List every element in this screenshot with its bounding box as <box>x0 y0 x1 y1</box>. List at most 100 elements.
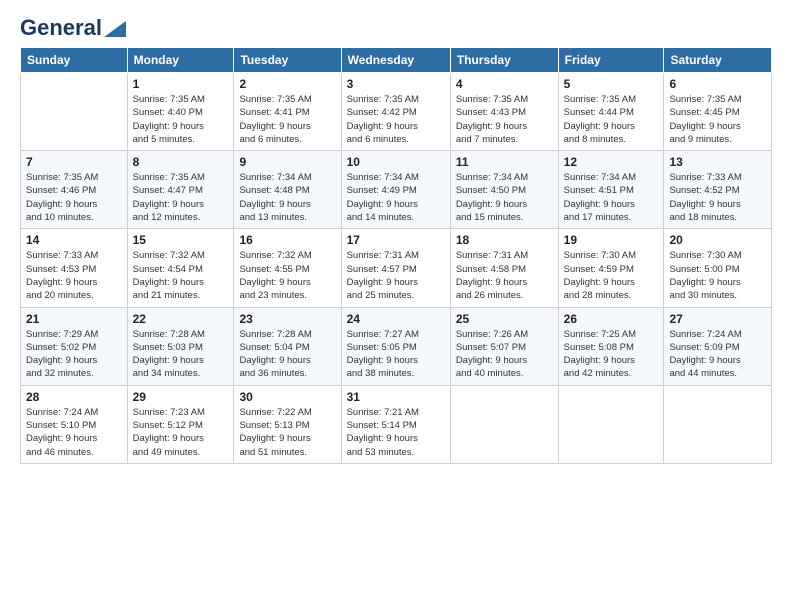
calendar-cell: 15 Sunrise: 7:32 AMSunset: 4:54 PMDayligh… <box>127 229 234 307</box>
day-number: 5 <box>564 77 659 91</box>
day-number: 26 <box>564 312 659 326</box>
cell-info: Sunrise: 7:31 AMSunset: 4:58 PMDaylight:… <box>456 249 553 302</box>
calendar-cell: 25 Sunrise: 7:26 AMSunset: 5:07 PMDayligh… <box>450 307 558 385</box>
weekday-header-friday: Friday <box>558 48 664 73</box>
cell-info: Sunrise: 7:35 AMSunset: 4:41 PMDaylight:… <box>239 93 335 146</box>
day-number: 30 <box>239 390 335 404</box>
day-number: 14 <box>26 233 122 247</box>
day-number: 18 <box>456 233 553 247</box>
calendar-cell: 7 Sunrise: 7:35 AMSunset: 4:46 PMDaylight… <box>21 151 128 229</box>
calendar-cell: 5 Sunrise: 7:35 AMSunset: 4:44 PMDaylight… <box>558 73 664 151</box>
cell-info: Sunrise: 7:35 AMSunset: 4:46 PMDaylight:… <box>26 171 122 224</box>
day-number: 23 <box>239 312 335 326</box>
calendar-cell <box>664 385 772 463</box>
cell-info: Sunrise: 7:32 AMSunset: 4:54 PMDaylight:… <box>133 249 229 302</box>
weekday-header-sunday: Sunday <box>21 48 128 73</box>
day-number: 8 <box>133 155 229 169</box>
calendar-cell: 27 Sunrise: 7:24 AMSunset: 5:09 PMDayligh… <box>664 307 772 385</box>
calendar-cell: 22 Sunrise: 7:28 AMSunset: 5:03 PMDayligh… <box>127 307 234 385</box>
calendar-cell: 8 Sunrise: 7:35 AMSunset: 4:47 PMDaylight… <box>127 151 234 229</box>
cell-info: Sunrise: 7:34 AMSunset: 4:51 PMDaylight:… <box>564 171 659 224</box>
day-number: 25 <box>456 312 553 326</box>
calendar-cell: 19Sunrise: 7:30 AMSunset: 4:59 PMDayligh… <box>558 229 664 307</box>
week-row-2: 7 Sunrise: 7:35 AMSunset: 4:46 PMDaylight… <box>21 151 772 229</box>
logo: General <box>20 15 126 37</box>
calendar-cell: 10Sunrise: 7:34 AMSunset: 4:49 PMDayligh… <box>341 151 450 229</box>
cell-info: Sunrise: 7:34 AMSunset: 4:50 PMDaylight:… <box>456 171 553 224</box>
cell-info: Sunrise: 7:33 AMSunset: 4:52 PMDaylight:… <box>669 171 766 224</box>
cell-info: Sunrise: 7:32 AMSunset: 4:55 PMDaylight:… <box>239 249 335 302</box>
calendar-cell: 30 Sunrise: 7:22 AMSunset: 5:13 PMDayligh… <box>234 385 341 463</box>
day-number: 15 <box>133 233 229 247</box>
day-number: 12 <box>564 155 659 169</box>
calendar-cell: 16 Sunrise: 7:32 AMSunset: 4:55 PMDayligh… <box>234 229 341 307</box>
calendar-cell: 24Sunrise: 7:27 AMSunset: 5:05 PMDayligh… <box>341 307 450 385</box>
cell-info: Sunrise: 7:35 AMSunset: 4:47 PMDaylight:… <box>133 171 229 224</box>
cell-info: Sunrise: 7:35 AMSunset: 4:44 PMDaylight:… <box>564 93 659 146</box>
week-row-4: 21Sunrise: 7:29 AMSunset: 5:02 PMDayligh… <box>21 307 772 385</box>
calendar-cell: 28Sunrise: 7:24 AMSunset: 5:10 PMDayligh… <box>21 385 128 463</box>
day-number: 27 <box>669 312 766 326</box>
calendar-cell: 21Sunrise: 7:29 AMSunset: 5:02 PMDayligh… <box>21 307 128 385</box>
day-number: 9 <box>239 155 335 169</box>
day-number: 29 <box>133 390 229 404</box>
cell-info: Sunrise: 7:35 AMSunset: 4:40 PMDaylight:… <box>133 93 229 146</box>
calendar-cell <box>21 73 128 151</box>
cell-info: Sunrise: 7:23 AMSunset: 5:12 PMDaylight:… <box>133 406 229 459</box>
day-number: 4 <box>456 77 553 91</box>
day-number: 11 <box>456 155 553 169</box>
calendar-cell: 31Sunrise: 7:21 AMSunset: 5:14 PMDayligh… <box>341 385 450 463</box>
cell-info: Sunrise: 7:35 AMSunset: 4:45 PMDaylight:… <box>669 93 766 146</box>
weekday-header-wednesday: Wednesday <box>341 48 450 73</box>
calendar-cell: 11 Sunrise: 7:34 AMSunset: 4:50 PMDayligh… <box>450 151 558 229</box>
week-row-3: 14 Sunrise: 7:33 AMSunset: 4:53 PMDayligh… <box>21 229 772 307</box>
day-number: 24 <box>347 312 445 326</box>
cell-info: Sunrise: 7:31 AMSunset: 4:57 PMDaylight:… <box>347 249 445 302</box>
day-number: 22 <box>133 312 229 326</box>
week-row-5: 28Sunrise: 7:24 AMSunset: 5:10 PMDayligh… <box>21 385 772 463</box>
cell-info: Sunrise: 7:24 AMSunset: 5:10 PMDaylight:… <box>26 406 122 459</box>
calendar-cell: 17 Sunrise: 7:31 AMSunset: 4:57 PMDayligh… <box>341 229 450 307</box>
calendar-cell: 18 Sunrise: 7:31 AMSunset: 4:58 PMDayligh… <box>450 229 558 307</box>
day-number: 6 <box>669 77 766 91</box>
day-number: 3 <box>347 77 445 91</box>
calendar-cell: 3Sunrise: 7:35 AMSunset: 4:42 PMDaylight… <box>341 73 450 151</box>
calendar-cell: 26 Sunrise: 7:25 AMSunset: 5:08 PMDayligh… <box>558 307 664 385</box>
day-number: 1 <box>133 77 229 91</box>
cell-info: Sunrise: 7:34 AMSunset: 4:48 PMDaylight:… <box>239 171 335 224</box>
calendar-cell: 23 Sunrise: 7:28 AMSunset: 5:04 PMDayligh… <box>234 307 341 385</box>
day-number: 17 <box>347 233 445 247</box>
calendar-cell: 9 Sunrise: 7:34 AMSunset: 4:48 PMDaylight… <box>234 151 341 229</box>
day-number: 7 <box>26 155 122 169</box>
calendar-cell: 13 Sunrise: 7:33 AMSunset: 4:52 PMDayligh… <box>664 151 772 229</box>
week-row-1: 1 Sunrise: 7:35 AMSunset: 4:40 PMDaylight… <box>21 73 772 151</box>
logo-icon <box>104 21 126 37</box>
weekday-header-saturday: Saturday <box>664 48 772 73</box>
header: General <box>20 15 772 37</box>
day-number: 16 <box>239 233 335 247</box>
day-number: 10 <box>347 155 445 169</box>
calendar-cell: 29 Sunrise: 7:23 AMSunset: 5:12 PMDayligh… <box>127 385 234 463</box>
calendar-cell: 20Sunrise: 7:30 AMSunset: 5:00 PMDayligh… <box>664 229 772 307</box>
calendar-cell: 12 Sunrise: 7:34 AMSunset: 4:51 PMDayligh… <box>558 151 664 229</box>
cell-info: Sunrise: 7:25 AMSunset: 5:08 PMDaylight:… <box>564 328 659 381</box>
page: General SundayMondayTuesdayWednesdayThur… <box>0 0 792 612</box>
cell-info: Sunrise: 7:26 AMSunset: 5:07 PMDaylight:… <box>456 328 553 381</box>
cell-info: Sunrise: 7:22 AMSunset: 5:13 PMDaylight:… <box>239 406 335 459</box>
day-number: 31 <box>347 390 445 404</box>
calendar-cell: 1 Sunrise: 7:35 AMSunset: 4:40 PMDaylight… <box>127 73 234 151</box>
cell-info: Sunrise: 7:30 AMSunset: 5:00 PMDaylight:… <box>669 249 766 302</box>
cell-info: Sunrise: 7:33 AMSunset: 4:53 PMDaylight:… <box>26 249 122 302</box>
day-number: 21 <box>26 312 122 326</box>
day-number: 2 <box>239 77 335 91</box>
cell-info: Sunrise: 7:28 AMSunset: 5:03 PMDaylight:… <box>133 328 229 381</box>
weekday-header-tuesday: Tuesday <box>234 48 341 73</box>
calendar-cell: 14 Sunrise: 7:33 AMSunset: 4:53 PMDayligh… <box>21 229 128 307</box>
day-number: 13 <box>669 155 766 169</box>
cell-info: Sunrise: 7:28 AMSunset: 5:04 PMDaylight:… <box>239 328 335 381</box>
weekday-header-thursday: Thursday <box>450 48 558 73</box>
cell-info: Sunrise: 7:24 AMSunset: 5:09 PMDaylight:… <box>669 328 766 381</box>
day-number: 19 <box>564 233 659 247</box>
logo-text: General <box>20 15 102 41</box>
calendar-cell: 2 Sunrise: 7:35 AMSunset: 4:41 PMDaylight… <box>234 73 341 151</box>
